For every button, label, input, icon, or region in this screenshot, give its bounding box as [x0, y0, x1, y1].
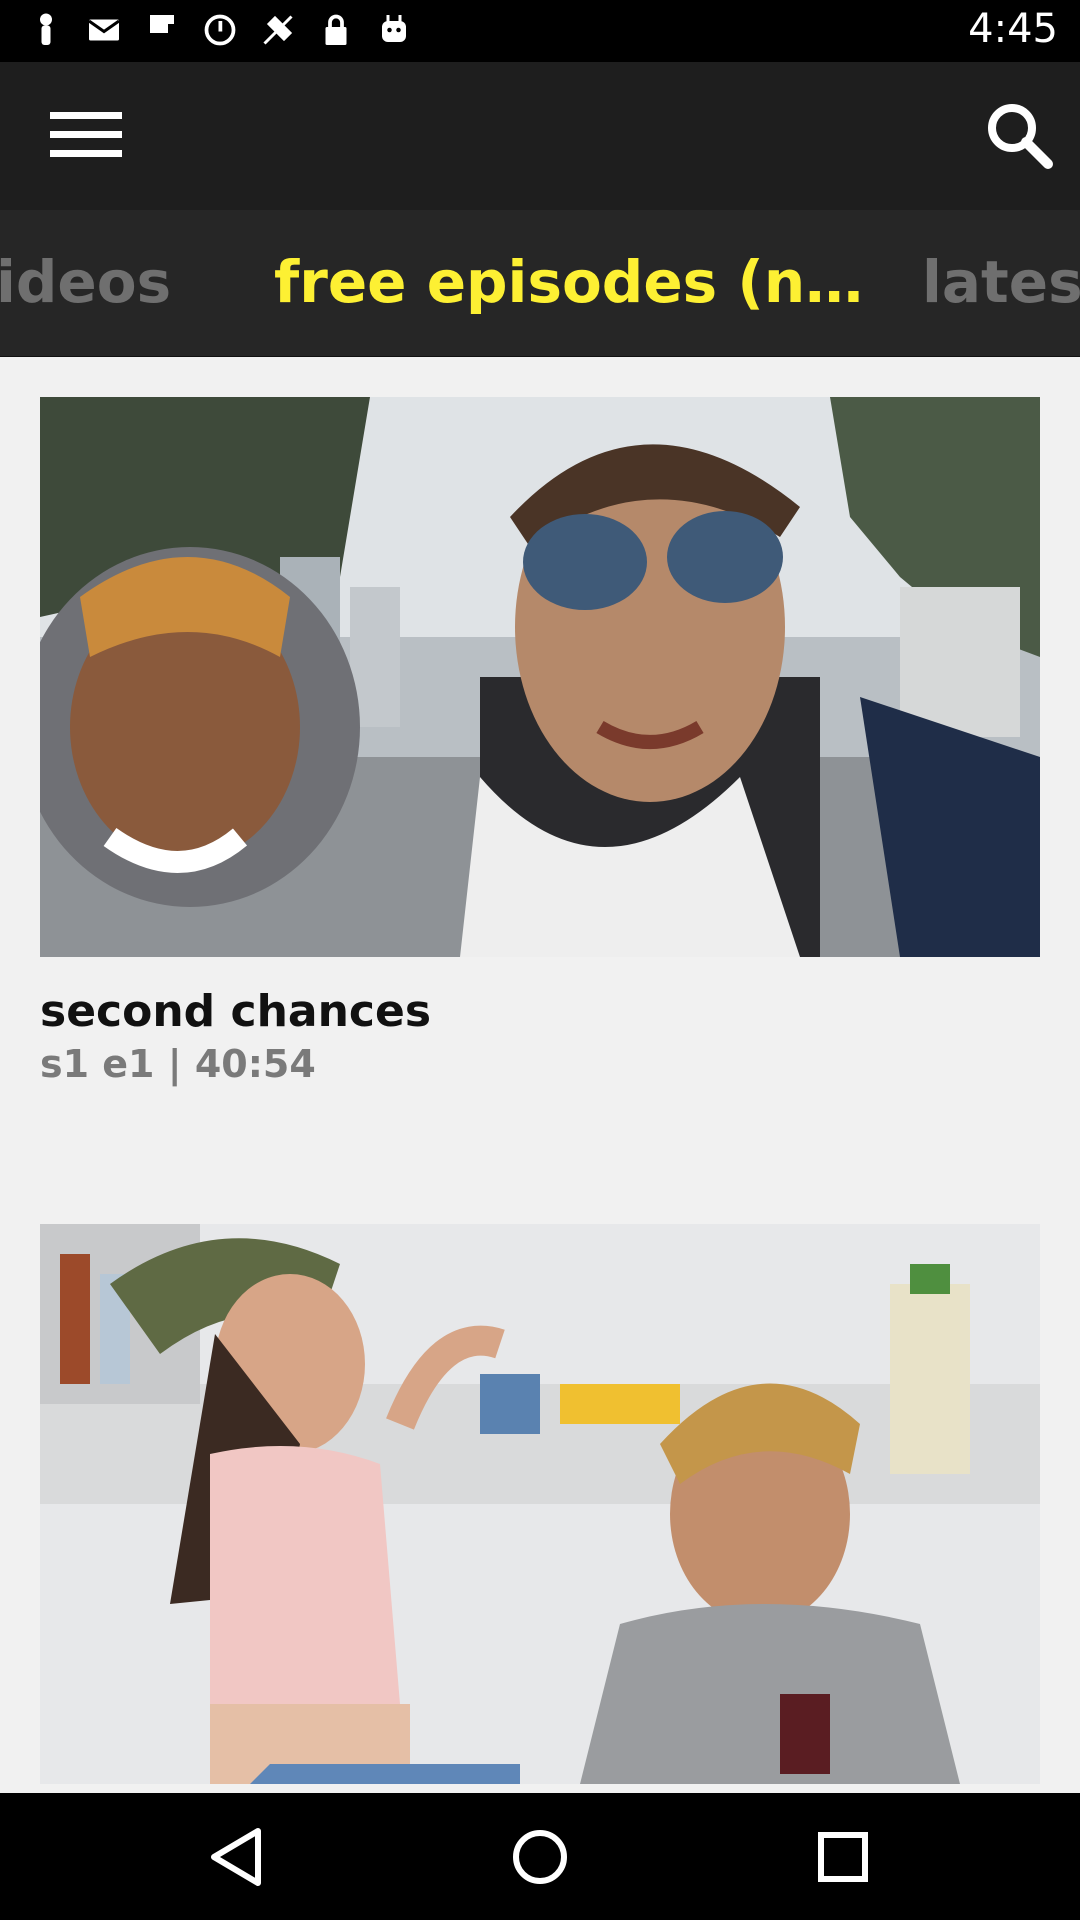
android-icon: [382, 15, 406, 42]
episode-meta: s1 e1 | 40:54: [40, 1042, 316, 1086]
status-bar: 4:45: [0, 0, 1080, 62]
navigation-bar: [0, 1793, 1080, 1920]
tab-videos[interactable]: ideos: [0, 248, 171, 316]
episode-thumbnail-2[interactable]: [40, 1224, 1040, 1784]
episode-title[interactable]: second chances: [40, 986, 431, 1037]
home-circle-icon[interactable]: [500, 1817, 580, 1897]
tab-latest[interactable]: latest: [922, 248, 1080, 316]
hamburger-menu-icon[interactable]: [40, 100, 136, 172]
status-time: 4:45: [968, 6, 1058, 52]
mail-icon: [88, 19, 120, 41]
sync-icon: [204, 14, 236, 46]
search-icon[interactable]: [980, 96, 1060, 176]
status-icons: [28, 12, 412, 48]
flipboard-icon: [150, 15, 174, 33]
fake-gps-icon: [263, 15, 293, 45]
lock-icon: [325, 14, 347, 45]
tab-strip: ideos free episodes (n… latest: [0, 210, 1080, 357]
notification-icon: [40, 13, 52, 45]
episode-thumbnail[interactable]: [40, 397, 1040, 957]
tab-free-episodes[interactable]: free episodes (n…: [274, 248, 863, 316]
back-triangle-icon[interactable]: [198, 1817, 278, 1897]
recents-square-icon[interactable]: [803, 1817, 883, 1897]
app-bar: [0, 62, 1080, 210]
